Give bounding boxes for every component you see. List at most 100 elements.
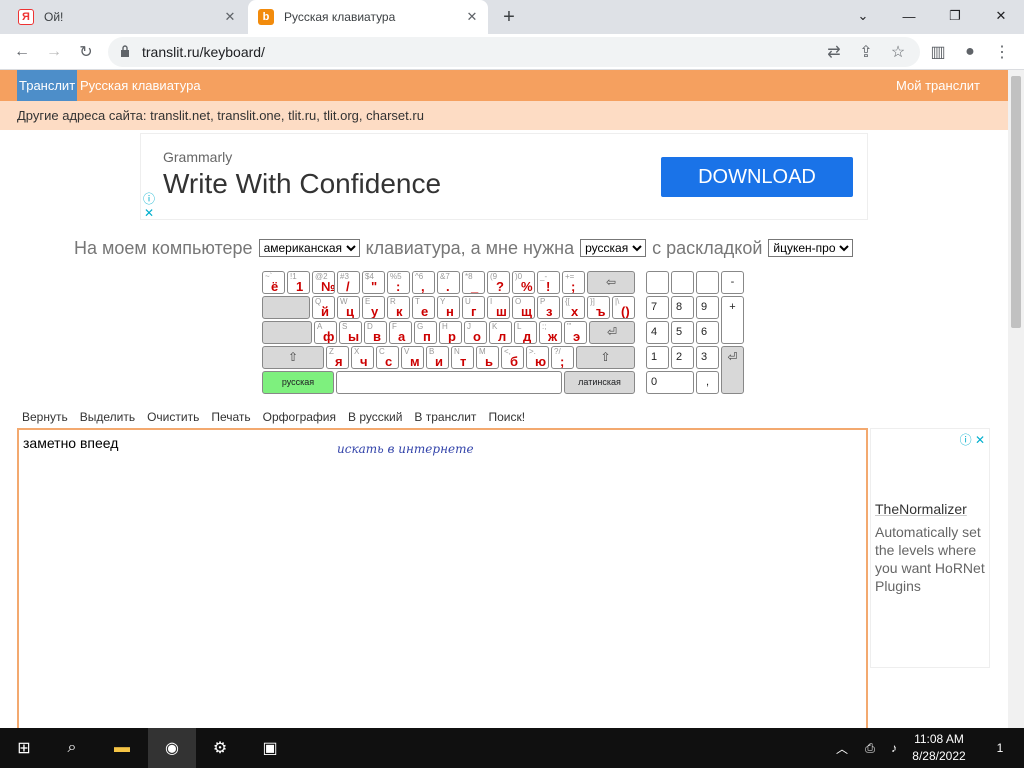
tab-key[interactable] <box>262 296 310 319</box>
menu-search-link[interactable]: Поиск! <box>488 410 525 424</box>
search-hint[interactable]: искать в интернете <box>337 442 474 456</box>
capslock-key[interactable] <box>262 321 312 344</box>
key[interactable]: &7. <box>437 271 460 294</box>
tray-chevron-icon[interactable]: ︿ <box>830 728 854 768</box>
restore-button[interactable]: ❐ <box>932 0 978 32</box>
key[interactable]: Fа <box>389 321 412 344</box>
key[interactable]: Gп <box>414 321 437 344</box>
file-explorer-icon[interactable]: ▬ <box>98 728 146 768</box>
russian-layout-button[interactable]: русская <box>262 371 334 394</box>
key[interactable]: Vм <box>401 346 424 369</box>
key[interactable]: +=; <box>562 271 585 294</box>
backspace-key[interactable]: ⇦ <box>587 271 635 294</box>
key[interactable]: !1 1 <box>287 271 310 294</box>
source-keyboard-select[interactable]: американская <box>258 239 360 257</box>
app-icon[interactable]: ▣ <box>246 728 294 768</box>
chrome-icon[interactable]: ◉ <box>148 728 196 768</box>
key[interactable]: Zя <box>326 346 349 369</box>
key[interactable]: Oщ <box>512 296 535 319</box>
numpad-minus-key[interactable]: - <box>721 271 744 294</box>
key[interactable]: Sы <box>339 321 362 344</box>
key[interactable]: )0% <box>512 271 535 294</box>
numpad-digit-key[interactable]: 8 <box>671 296 694 319</box>
latin-layout-button[interactable]: латинская <box>564 371 635 394</box>
menu-to-russian-link[interactable]: В русский <box>348 410 402 424</box>
menu-clear-link[interactable]: Очистить <box>147 410 199 424</box>
side-panel-icon[interactable]: ▥ <box>926 40 950 64</box>
ad-download-button[interactable]: DOWNLOAD <box>661 157 853 197</box>
key[interactable]: *8 _ <box>462 271 485 294</box>
target-language-select[interactable]: русская <box>580 239 647 257</box>
numpad-digit-key[interactable]: 3 <box>696 346 719 369</box>
side-ad-title[interactable]: TheNormalizer <box>875 501 967 517</box>
key[interactable]: Rк <box>387 296 410 319</box>
numpad-digit-key[interactable]: 7 <box>646 296 669 319</box>
forward-icon[interactable]: → <box>42 40 66 64</box>
key[interactable]: Pз <box>537 296 560 319</box>
numpad-blank-key[interactable] <box>646 271 669 294</box>
key[interactable]: Dв <box>364 321 387 344</box>
numpad-blank-key[interactable] <box>671 271 694 294</box>
minimize-button[interactable]: — <box>886 0 932 32</box>
menu-kebab-icon[interactable]: ⋮ <box>990 40 1014 64</box>
numpad-digit-key[interactable]: 1 <box>646 346 669 369</box>
numpad-digit-key[interactable]: 4 <box>646 321 669 344</box>
key[interactable]: Cс <box>376 346 399 369</box>
key[interactable]: Eу <box>362 296 385 319</box>
numpad-digit-key[interactable]: 5 <box>671 321 694 344</box>
share-icon[interactable]: ⇪ <box>854 40 878 64</box>
nav-translit-link[interactable]: Транслит <box>17 70 78 101</box>
key[interactable]: "' э <box>564 321 587 344</box>
key[interactable]: Kл <box>489 321 512 344</box>
side-ad[interactable]: ⓘ ✕ TheNormalizer Automatically set the … <box>870 428 990 668</box>
key[interactable]: Xч <box>351 346 374 369</box>
key[interactable]: Aф <box>314 321 337 344</box>
key[interactable]: ^6, <box>412 271 435 294</box>
volume-icon[interactable]: ♪ <box>882 728 906 768</box>
search-icon[interactable]: ⌕ <box>48 728 96 768</box>
windows-start-icon[interactable]: ⊞ <box>0 728 48 768</box>
key[interactable]: :; ж <box>539 321 562 344</box>
back-icon[interactable]: ← <box>10 40 34 64</box>
key[interactable]: #3/ <box>337 271 360 294</box>
system-clock[interactable]: 11:08 AM 8/28/2022 <box>906 731 972 765</box>
key[interactable]: Yн <box>437 296 460 319</box>
tab-yandex[interactable]: Я Ой! ✕ <box>8 0 246 34</box>
key[interactable]: ~` ё <box>262 271 285 294</box>
key[interactable]: %5: <box>387 271 410 294</box>
ad-info-icon[interactable]: ⓘ ✕ <box>960 431 985 448</box>
key[interactable]: Bи <box>426 346 449 369</box>
new-tab-button[interactable]: + <box>498 6 520 28</box>
tab-search-icon[interactable]: ⌄ <box>840 0 886 32</box>
key[interactable]: _-! <box>537 271 560 294</box>
nav-my-translit-link[interactable]: Мой транслит <box>896 70 980 101</box>
key[interactable]: Mь <box>476 346 499 369</box>
menu-select-all-link[interactable]: Выделить <box>80 410 135 424</box>
page-scrollbar[interactable] <box>1008 70 1024 728</box>
numpad-zero-key[interactable]: 0 <box>646 371 694 394</box>
layout-variant-select[interactable]: йцукен-про <box>768 239 854 257</box>
translate-icon[interactable]: ⇄ <box>822 40 846 64</box>
settings-gear-icon[interactable]: ⚙ <box>196 728 244 768</box>
right-shift-key[interactable]: ⇧ <box>576 346 635 369</box>
tab-keyboard[interactable]: b Русская клавиатура ✕ <box>248 0 488 34</box>
nav-keyboard-link[interactable]: Русская клавиатура <box>80 70 201 101</box>
close-tab-icon[interactable]: ✕ <box>464 9 480 25</box>
key[interactable]: (9? <box>487 271 510 294</box>
menu-print-link[interactable]: Печать <box>211 410 250 424</box>
bookmark-star-icon[interactable]: ☆ <box>886 40 910 64</box>
key[interactable]: Qй <box>312 296 335 319</box>
address-bar[interactable]: translit.ru/keyboard/ <box>108 37 920 67</box>
key[interactable]: <, б <box>501 346 524 369</box>
key[interactable]: Lд <box>514 321 537 344</box>
numpad-digit-key[interactable]: 9 <box>696 296 719 319</box>
ad-close-icon[interactable]: ✕ <box>144 206 154 220</box>
ad-info-icon[interactable]: ⓘ <box>143 190 155 207</box>
reload-icon[interactable]: ↻ <box>74 40 98 64</box>
network-icon[interactable]: ⎙ <box>858 728 882 768</box>
key[interactable]: Wц <box>337 296 360 319</box>
key[interactable]: }] ъ <box>587 296 610 319</box>
key[interactable]: Tе <box>412 296 435 319</box>
numpad-blank-key[interactable] <box>696 271 719 294</box>
key[interactable]: |\() <box>612 296 635 319</box>
